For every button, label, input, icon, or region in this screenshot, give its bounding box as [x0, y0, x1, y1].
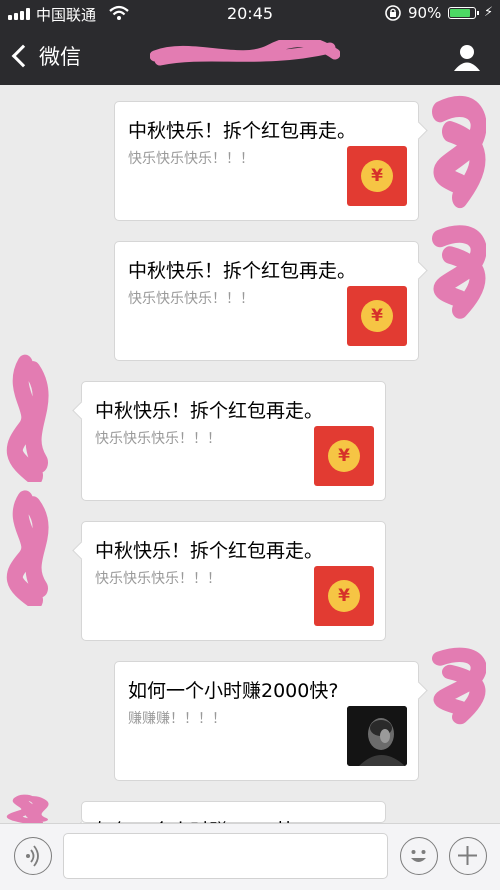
status-bar: 中国联通 20:45 90% ⚡ — [0, 0, 500, 28]
back-label: 微信 — [39, 45, 81, 69]
plus-icon — [458, 846, 477, 865]
emoji-button[interactable] — [400, 837, 438, 875]
message-bubble[interactable]: 中秋快乐！拆个红包再走。快乐快乐快乐！！！ ¥ — [72, 521, 386, 641]
avatar-redacted — [432, 95, 486, 209]
message-input[interactable] — [63, 833, 388, 879]
red-packet-icon: ¥ — [314, 566, 374, 626]
message-title: 中秋快乐！拆个红包再走。 — [95, 400, 324, 422]
bubble-tail — [72, 401, 91, 420]
profile-icon[interactable] — [452, 42, 482, 72]
top-bar: 中国联通 20:45 90% ⚡ 微信 — [0, 0, 500, 85]
chevron-left-icon — [11, 44, 35, 68]
avatar-redacted — [6, 354, 49, 482]
avatar-redacted — [6, 794, 49, 824]
portrait-photo — [347, 706, 407, 766]
charging-icon: ⚡ — [484, 5, 494, 20]
message-title: 中秋快乐！拆个红包再走。 — [95, 540, 324, 562]
red-packet-icon: ¥ — [314, 426, 374, 486]
red-packet-icon: ¥ — [347, 146, 407, 206]
voice-button[interactable] — [14, 837, 52, 875]
voice-icon — [26, 845, 39, 867]
battery-percent: 90% — [408, 4, 442, 22]
message-title: 中秋快乐！拆个红包再走。 — [128, 260, 357, 282]
message-description: 快乐快乐快乐！！！ — [95, 571, 221, 587]
battery-icon — [448, 7, 479, 19]
bubble-tail — [72, 541, 91, 560]
avatar-redacted — [432, 647, 486, 725]
message-bubble[interactable]: 如何一个小时赚2000快? 赚赚赚！！！！ — [114, 661, 428, 781]
message-bubble[interactable]: 中秋快乐！拆个红包再走。快乐快乐快乐！！！ ¥ — [72, 381, 386, 501]
yuan-coin: ¥ — [328, 440, 360, 472]
avatar-redacted — [6, 490, 49, 606]
avatar-redacted — [432, 225, 486, 319]
yuan-coin: ¥ — [361, 160, 393, 192]
message-description: 快乐快乐快乐！！！ — [128, 291, 254, 307]
message-bubble[interactable]: 如何一个小时赚2000快? — [72, 801, 386, 842]
yuan-coin: ¥ — [361, 300, 393, 332]
message-bubble[interactable]: 中秋快乐！拆个红包再走。快乐快乐快乐！！！ ¥ — [114, 241, 428, 361]
message-description: 赚赚赚！！！！ — [128, 711, 226, 727]
back-button[interactable]: 微信 — [10, 40, 81, 72]
message-description: 快乐快乐快乐！！！ — [95, 431, 221, 447]
red-packet-icon: ¥ — [347, 286, 407, 346]
message-description: 快乐快乐快乐！！！ — [128, 151, 254, 167]
message-title: 如何一个小时赚2000快? — [128, 680, 339, 702]
chat-title-redacted — [150, 40, 340, 66]
plus-button[interactable] — [449, 837, 487, 875]
input-bar — [0, 823, 500, 890]
orientation-lock-icon — [385, 5, 401, 21]
message-title: 中秋快乐！拆个红包再走。 — [128, 120, 357, 142]
message-bubble[interactable]: 中秋快乐！拆个红包再走。快乐快乐快乐！！！ ¥ — [114, 101, 428, 221]
yuan-coin: ¥ — [328, 580, 360, 612]
emoji-icon — [411, 850, 426, 862]
